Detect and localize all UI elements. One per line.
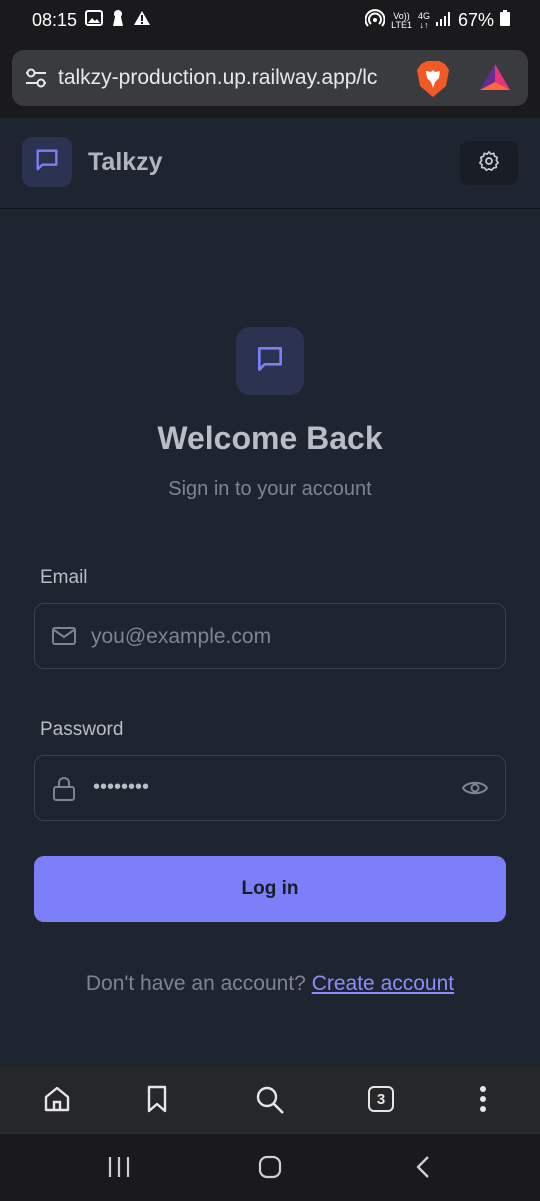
email-placeholder: you@example.com xyxy=(91,625,272,648)
password-field[interactable]: •••••••• xyxy=(34,755,506,821)
more-menu-icon[interactable] xyxy=(478,1084,488,1119)
brave-rewards-icon[interactable] xyxy=(478,62,512,92)
brave-shields-icon[interactable] xyxy=(415,60,451,98)
page-subtitle: Sign in to your account xyxy=(168,478,372,500)
recent-apps-icon[interactable] xyxy=(106,1154,132,1185)
url-bar[interactable]: talkzy-production.up.railway.app/lc xyxy=(12,50,528,106)
network-type: 4G ↓↑ xyxy=(417,10,430,30)
password-label: Password xyxy=(40,719,124,740)
home-icon[interactable] xyxy=(42,1084,72,1119)
hero-logo xyxy=(236,327,304,395)
mail-icon xyxy=(51,624,77,653)
home-nav-icon[interactable] xyxy=(257,1154,283,1185)
app-header: Talkzy xyxy=(0,118,540,209)
signal-icon xyxy=(435,10,452,31)
page-title: Welcome Back xyxy=(157,420,383,456)
login-button[interactable]: Log in xyxy=(34,856,506,922)
signup-prompt-text: Don't have an account? xyxy=(85,972,306,995)
create-account-link[interactable]: Create account xyxy=(312,972,454,995)
tab-count: 3 xyxy=(368,1086,394,1112)
gallery-icon xyxy=(85,10,104,31)
back-icon[interactable] xyxy=(410,1154,436,1185)
lock-icon xyxy=(51,776,77,807)
email-label: Email xyxy=(40,567,88,588)
battery-percent: 67% xyxy=(457,10,494,30)
eye-icon[interactable] xyxy=(461,778,489,803)
app-title: Talkzy xyxy=(88,148,163,176)
chat-bubble-icon xyxy=(33,146,61,179)
gear-icon xyxy=(478,150,500,177)
search-icon[interactable] xyxy=(254,1084,286,1121)
browser-bottom-bar: 3 xyxy=(0,1065,540,1134)
settings-button[interactable] xyxy=(460,141,518,185)
site-settings-icon[interactable] xyxy=(24,67,48,89)
volte-indicator: Vo)) LTE1 xyxy=(391,11,412,30)
password-value: •••••••• xyxy=(93,776,150,798)
signup-prompt: Don't have an account? Create account xyxy=(0,972,540,996)
system-nav-bar xyxy=(0,1133,540,1201)
browser-toolbar: talkzy-production.up.railway.app/lc xyxy=(0,40,540,118)
status-time: 08:15 xyxy=(32,10,78,30)
hotspot-icon xyxy=(364,9,386,32)
lte-text: LTE1 xyxy=(391,19,412,30)
tabs-button[interactable]: 3 xyxy=(368,1086,394,1112)
chat-bubble-icon xyxy=(254,343,286,380)
keyhole-icon xyxy=(111,9,125,32)
bookmark-icon[interactable] xyxy=(145,1084,169,1119)
warning-icon xyxy=(133,10,151,31)
url-text[interactable]: talkzy-production.up.railway.app/lc xyxy=(58,66,414,90)
email-field[interactable]: you@example.com xyxy=(34,603,506,669)
status-bar: 08:15 Vo)) LTE1 4G ↓↑ 67% xyxy=(0,0,540,40)
battery-icon xyxy=(500,10,510,31)
app-logo xyxy=(22,137,72,187)
